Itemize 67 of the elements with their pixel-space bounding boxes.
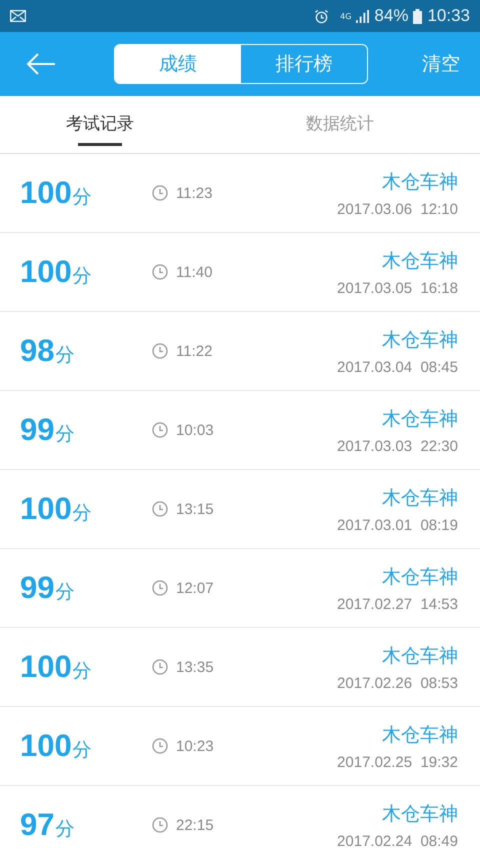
score-unit: 分: [72, 659, 92, 684]
duration-text: 11:22: [176, 342, 212, 360]
network-label: 4G: [340, 12, 352, 20]
score-unit: 分: [72, 738, 92, 763]
score-unit: 分: [72, 264, 92, 289]
score-value: 97: [20, 807, 54, 843]
duration-text: 13:15: [176, 500, 214, 518]
mail-icon: [10, 10, 26, 22]
user-name: 木仓车神: [382, 644, 458, 668]
clock-icon: [152, 738, 168, 754]
duration-text: 10:03: [176, 422, 214, 438]
score-unit: 分: [55, 817, 74, 842]
clock-icon: [152, 659, 168, 675]
duration-text: 12:07: [176, 580, 214, 596]
clock-icon: [152, 422, 168, 438]
score-unit: 分: [55, 343, 74, 368]
date-time: 2017.03.06 12:10: [337, 200, 458, 218]
signal-icon: [356, 10, 370, 22]
clock-icon: [152, 185, 168, 201]
score-value: 100: [20, 491, 72, 527]
user-name: 木仓车神: [382, 722, 458, 748]
user-name: 木仓车神: [382, 802, 458, 826]
clock-icon: [152, 580, 168, 596]
clear-button[interactable]: 清空: [422, 51, 460, 77]
battery-percent: 84%: [374, 6, 408, 26]
date-time: 2017.02.25 19:32: [337, 754, 458, 770]
tab[interactable]: 考试记录: [60, 96, 140, 153]
date-time: 2017.03.01 08:19: [337, 516, 458, 534]
score-unit: 分: [72, 185, 92, 210]
date-time: 2017.02.27 14:53: [337, 596, 458, 612]
duration-text: 11:40: [176, 264, 212, 280]
score-unit: 分: [72, 501, 92, 526]
date-time: 2017.02.26 08:53: [337, 674, 458, 692]
segment-tab[interactable]: 排行榜: [241, 45, 367, 83]
clock-icon: [152, 817, 168, 833]
score-value: 100: [20, 649, 72, 685]
back-arrow-icon[interactable]: [26, 53, 56, 75]
duration-text: 10:23: [176, 738, 214, 754]
user-name: 木仓车神: [382, 170, 458, 194]
date-time: 2017.03.05 16:18: [337, 280, 458, 296]
clock-time: 10:33: [427, 6, 470, 26]
score-value: 99: [20, 570, 54, 606]
score-value: 100: [20, 175, 72, 211]
score-value: 100: [20, 254, 72, 290]
clock-icon: [152, 343, 168, 359]
user-name: 木仓车神: [382, 248, 458, 274]
clock-icon: [152, 501, 168, 517]
date-time: 2017.03.03 22:30: [337, 438, 458, 454]
user-name: 木仓车神: [382, 486, 458, 510]
score-value: 100: [20, 728, 72, 764]
date-time: 2017.02.24 08:49: [337, 832, 458, 850]
score-unit: 分: [55, 422, 74, 447]
duration-text: 11:23: [176, 184, 212, 202]
tab[interactable]: 数据统计: [300, 96, 380, 153]
user-name: 木仓车神: [382, 406, 458, 432]
duration-text: 13:35: [176, 658, 214, 676]
score-value: 98: [20, 333, 54, 369]
battery-icon: [413, 8, 422, 24]
date-time: 2017.03.04 08:45: [337, 358, 458, 376]
duration-text: 22:15: [176, 816, 214, 834]
score-value: 99: [20, 412, 54, 448]
user-name: 木仓车神: [382, 564, 458, 590]
clock-icon: [152, 264, 168, 280]
segment-tab[interactable]: 成绩: [115, 45, 241, 83]
user-name: 木仓车神: [382, 328, 458, 352]
score-unit: 分: [55, 580, 74, 605]
alarm-icon: [314, 8, 330, 24]
